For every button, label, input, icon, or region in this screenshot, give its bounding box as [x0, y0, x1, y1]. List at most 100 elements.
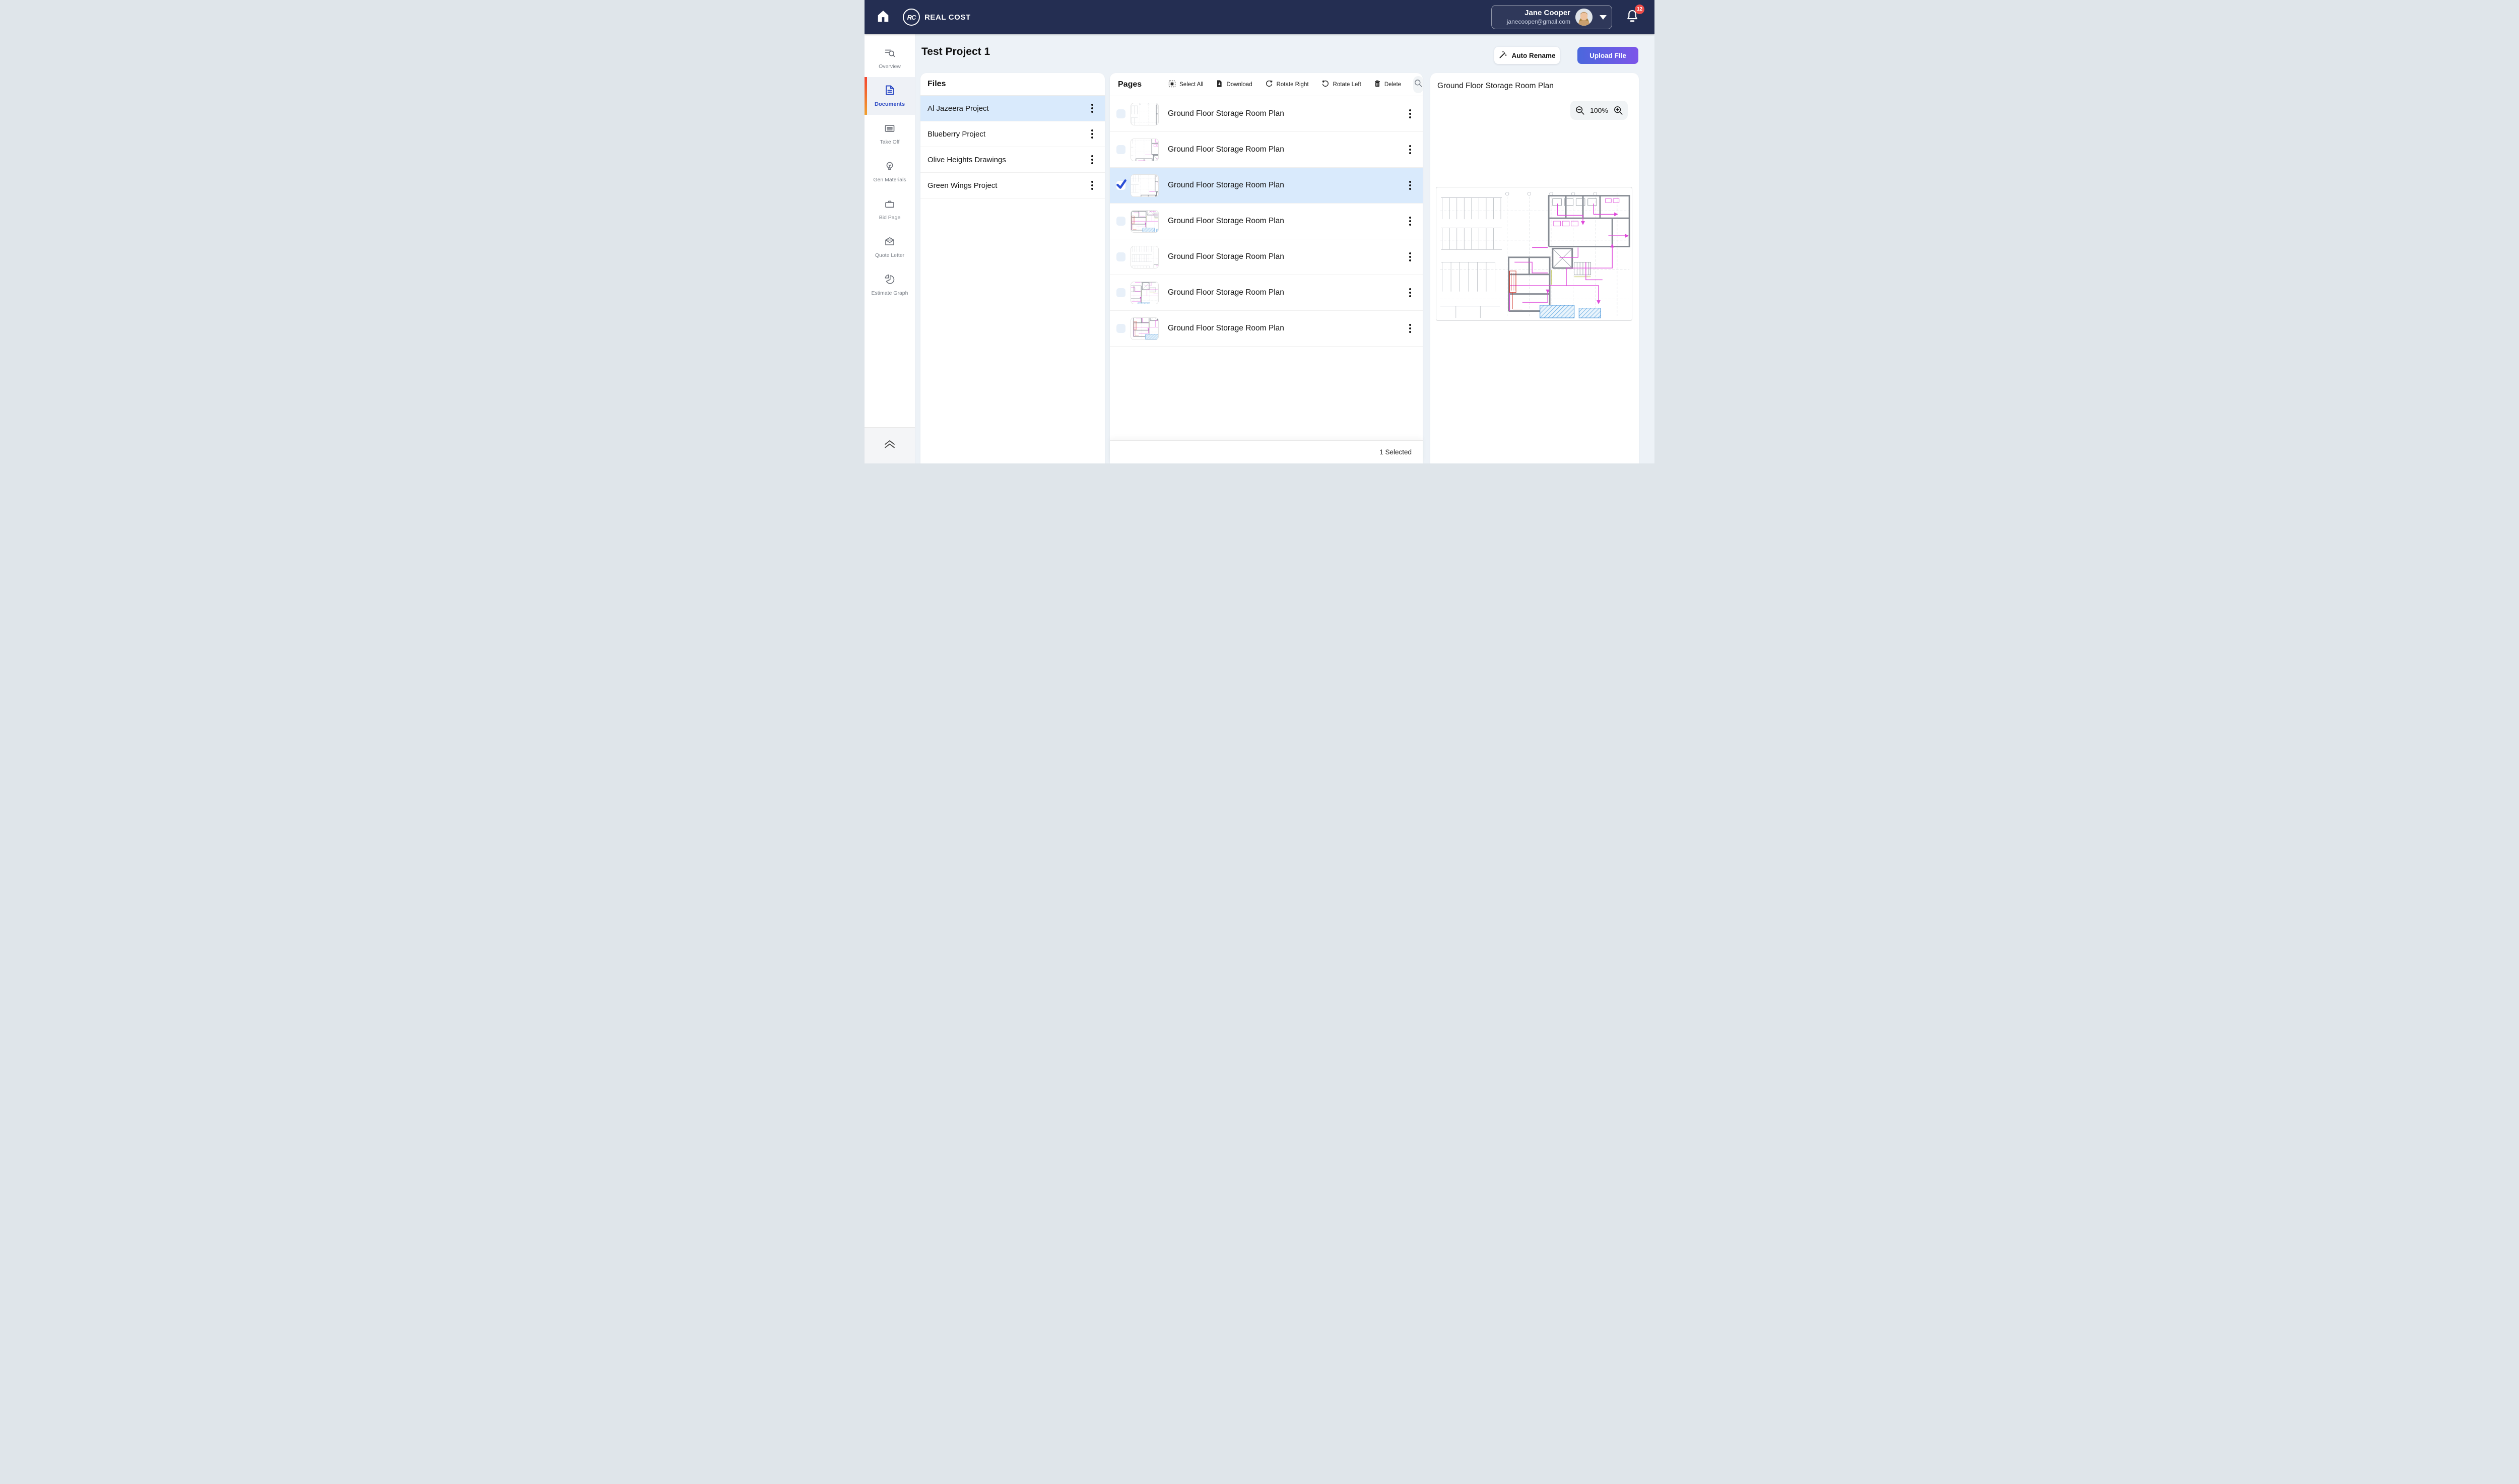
download-button[interactable]: Download — [1215, 79, 1252, 90]
sidebar-collapse-button[interactable] — [865, 427, 915, 463]
real-cost-app: RC REAL COST Jane Cooper janecooper@gmai… — [865, 0, 1654, 463]
file-row-green-wings[interactable]: Green Wings Project — [920, 173, 1105, 198]
select-all-icon — [1168, 80, 1176, 90]
avatar — [1575, 9, 1593, 26]
sidebar-item-documents[interactable]: Documents — [865, 77, 915, 115]
user-email: janecooper@gmail.com — [1499, 18, 1570, 26]
zoom-controls: 100% — [1570, 101, 1628, 120]
more-options-icon[interactable] — [1405, 286, 1416, 299]
user-info: Jane Cooper janecooper@gmail.com — [1499, 9, 1570, 26]
page-title: Test Project 1 — [921, 46, 990, 58]
rotate-right-button[interactable]: Rotate Right — [1265, 79, 1309, 90]
selected-count: 1 Selected — [1379, 448, 1412, 456]
delete-button[interactable]: Delete — [1373, 79, 1401, 90]
files-panel-title: Files — [920, 73, 1105, 96]
more-options-icon[interactable] — [1087, 102, 1098, 115]
sidebar-item-take-off[interactable]: Take Off — [865, 115, 915, 153]
files-panel: Files Al Jazeera Project Blueberry Proje… — [920, 73, 1105, 463]
zoom-level: 100% — [1590, 106, 1608, 114]
page-row[interactable]: Ground Floor Storage Room Plan — [1110, 311, 1423, 347]
download-icon — [1215, 79, 1223, 90]
page-row[interactable]: Ground Floor Storage Room Plan — [1110, 168, 1423, 204]
floor-plan-preview[interactable] — [1436, 187, 1632, 321]
zoom-in-button[interactable] — [1613, 105, 1624, 116]
rotate-left-label: Rotate Left — [1333, 82, 1361, 88]
page-checkbox[interactable] — [1116, 217, 1125, 226]
page-title-text: Ground Floor Storage Room Plan — [1168, 217, 1405, 226]
select-all-button[interactable]: Select All — [1168, 80, 1203, 90]
more-options-icon[interactable] — [1087, 179, 1098, 192]
pie-chart-icon — [884, 274, 896, 288]
page-checkbox[interactable] — [1116, 181, 1125, 190]
page-checkbox[interactable] — [1116, 288, 1125, 297]
more-options-icon[interactable] — [1405, 322, 1416, 335]
rc-logo-icon: RC — [903, 9, 920, 26]
notifications-button[interactable]: 12 — [1625, 9, 1639, 26]
sidebar-item-label: Overview — [879, 64, 901, 70]
brand-name: REAL COST — [924, 13, 971, 22]
rotate-left-icon — [1321, 79, 1330, 90]
sidebar-item-quote-letter[interactable]: Quote Letter — [865, 228, 915, 266]
list-search-icon — [884, 47, 896, 61]
page-thumbnail — [1131, 103, 1159, 125]
page-row[interactable]: Ground Floor Storage Room Plan — [1110, 96, 1423, 132]
file-row-olive-heights[interactable]: Olive Heights Drawings — [920, 147, 1105, 173]
page-title-text: Ground Floor Storage Room Plan — [1168, 109, 1405, 118]
double-chevron-up-icon — [883, 439, 897, 452]
upload-file-button[interactable]: Upload FIle — [1577, 47, 1638, 64]
more-options-icon[interactable] — [1405, 107, 1416, 120]
pages-toolbar: Pages Select All Download Rotate Right — [1110, 73, 1423, 96]
page-thumbnail — [1131, 139, 1159, 161]
page-thumbnail — [1131, 210, 1159, 233]
page-title-text: Ground Floor Storage Room Plan — [1168, 288, 1405, 297]
search-button[interactable] — [1413, 76, 1423, 93]
magic-wand-icon — [1498, 50, 1507, 61]
rotate-right-icon — [1265, 79, 1274, 90]
page-title-text: Ground Floor Storage Room Plan — [1168, 252, 1405, 261]
page-checkbox[interactable] — [1116, 324, 1125, 333]
page-row[interactable]: Ground Floor Storage Room Plan — [1110, 275, 1423, 311]
file-name: Al Jazeera Project — [927, 104, 1087, 113]
more-options-icon[interactable] — [1087, 127, 1098, 141]
more-options-icon[interactable] — [1405, 143, 1416, 156]
sidebar-item-bid-page[interactable]: Bid Page — [865, 190, 915, 228]
user-menu[interactable]: Jane Cooper janecooper@gmail.com — [1491, 5, 1612, 29]
page-thumbnail — [1131, 174, 1159, 197]
more-options-icon[interactable] — [1405, 179, 1416, 192]
rotate-left-button[interactable]: Rotate Left — [1321, 79, 1361, 90]
more-options-icon[interactable] — [1087, 153, 1098, 166]
page-checkbox[interactable] — [1116, 252, 1125, 261]
sidebar-item-estimate-graph[interactable]: Estimate Graph — [865, 266, 915, 304]
page-row[interactable]: Ground Floor Storage Room Plan — [1110, 239, 1423, 275]
home-button[interactable] — [875, 9, 892, 26]
file-name: Green Wings Project — [927, 181, 1087, 190]
page-title-text: Ground Floor Storage Room Plan — [1168, 181, 1405, 190]
more-options-icon[interactable] — [1405, 250, 1416, 263]
pages-footer: 1 Selected — [1110, 440, 1423, 463]
sidebar-item-label: Gen Materials — [873, 177, 906, 183]
page-row[interactable]: Ground Floor Storage Room Plan — [1110, 132, 1423, 168]
home-icon — [877, 10, 890, 25]
sidebar-item-label: Quote Letter — [875, 253, 904, 259]
page-checkbox[interactable] — [1116, 109, 1125, 118]
rotate-right-label: Rotate Right — [1277, 82, 1309, 88]
notification-badge: 12 — [1635, 5, 1644, 14]
auto-rename-button[interactable]: Auto Rename — [1494, 47, 1560, 64]
page-row[interactable]: Ground Floor Storage Room Plan — [1110, 204, 1423, 239]
sidebar-item-gen-materials[interactable]: Gen Materials — [865, 153, 915, 190]
select-all-label: Select All — [1179, 82, 1203, 88]
delete-label: Delete — [1384, 82, 1401, 88]
zoom-out-button[interactable] — [1574, 105, 1585, 116]
file-name: Blueberry Project — [927, 130, 1087, 139]
file-row-al-jazeera[interactable]: Al Jazeera Project — [920, 96, 1105, 121]
page-checkbox[interactable] — [1116, 145, 1125, 154]
preview-panel: Ground Floor Storage Room Plan 100% — [1430, 73, 1639, 463]
pages-panel: Pages Select All Download Rotate Right — [1110, 73, 1423, 463]
sidebar-item-overview[interactable]: Overview — [865, 39, 915, 77]
pages-panel-title: Pages — [1118, 80, 1142, 89]
more-options-icon[interactable] — [1405, 215, 1416, 228]
trash-icon — [1373, 79, 1381, 90]
sidebar-item-label: Documents — [875, 101, 905, 107]
brand-logo[interactable]: RC REAL COST — [903, 9, 971, 26]
file-row-blueberry[interactable]: Blueberry Project — [920, 121, 1105, 147]
